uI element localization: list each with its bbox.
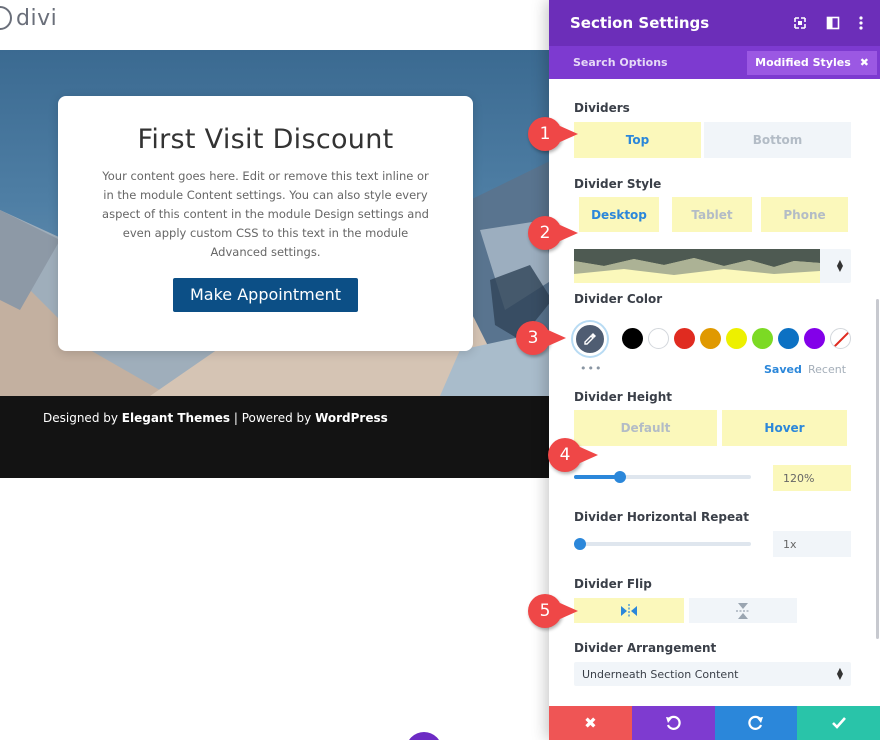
flip-vertical-icon — [736, 602, 750, 619]
modal-header: Section Settings — [549, 0, 880, 46]
modal-action-bar: ✖ — [549, 706, 880, 740]
flip-horizontal-icon — [621, 603, 637, 618]
color-picker-button[interactable] — [573, 322, 607, 356]
divider-color-label: Divider Color — [574, 292, 663, 306]
fullscreen-icon[interactable] — [792, 15, 808, 31]
close-icon[interactable]: ✖ — [860, 56, 869, 69]
footer-middle: | Powered by — [230, 411, 316, 425]
undo-icon — [666, 715, 681, 730]
divider-repeat-label: Divider Horizontal Repeat — [574, 510, 749, 524]
divider-height-input[interactable]: 120% — [773, 465, 851, 491]
modal-subbar: Search Options Modified Styles ✖ — [549, 46, 880, 79]
footer-prefix: Designed by — [43, 411, 122, 425]
swatch-white[interactable] — [648, 328, 669, 349]
divider-style-preview — [574, 249, 820, 283]
swatch-red[interactable] — [674, 328, 695, 349]
device-tab-desktop[interactable]: Desktop — [579, 197, 659, 232]
device-tab-tablet[interactable]: Tablet — [672, 197, 752, 232]
redo-button[interactable] — [714, 706, 798, 740]
swatch-black[interactable] — [622, 328, 643, 349]
site-logo[interactable]: divi — [0, 2, 57, 34]
callout-marker-1: 1 — [528, 117, 578, 151]
divider-arrangement-value: Underneath Section Content — [582, 667, 739, 681]
modal-title: Section Settings — [570, 14, 710, 32]
card-body-text: Your content goes here. Edit or remove t… — [102, 169, 429, 259]
callout-marker-5: 5 — [528, 594, 578, 628]
logo-text: divi — [16, 5, 58, 31]
more-colors-icon[interactable]: ••• — [580, 362, 602, 375]
close-icon: ✖ — [584, 714, 597, 732]
chevron-updown-icon: ▲ ▼ — [836, 258, 843, 273]
swatch-yellow[interactable] — [726, 328, 747, 349]
discard-button[interactable]: ✖ — [549, 706, 632, 740]
modified-styles-label: Modified Styles — [755, 56, 851, 69]
builder-stage: divi First Visit Discount Your content g… — [0, 0, 880, 740]
divider-height-label: Divider Height — [574, 390, 672, 404]
search-options-input[interactable]: Search Options — [573, 56, 747, 69]
modal-scrollbar[interactable] — [876, 299, 879, 639]
flip-vertical-button[interactable] — [689, 598, 797, 623]
builder-dot-button[interactable] — [406, 732, 442, 740]
chevron-updown-icon: ▲ ▼ — [836, 666, 843, 681]
footer-brand-link[interactable]: Elegant Themes — [122, 411, 230, 425]
saved-colors-link[interactable]: Saved — [764, 363, 802, 376]
swatch-blue[interactable] — [778, 328, 799, 349]
state-tab-default[interactable]: Default — [574, 410, 717, 446]
dividers-label: Dividers — [574, 101, 630, 115]
card-title: First Visit Discount — [137, 124, 394, 155]
divider-height-slider-handle[interactable] — [614, 471, 626, 483]
content-card[interactable]: First Visit Discount Your content goes h… — [58, 96, 473, 351]
divider-repeat-input[interactable]: 1x — [773, 531, 851, 557]
split-view-icon[interactable] — [825, 15, 841, 31]
logo-ring-icon — [0, 6, 12, 30]
divider-arrangement-label: Divider Arrangement — [574, 641, 717, 655]
divider-repeat-slider[interactable] — [574, 538, 751, 550]
modified-styles-filter[interactable]: Modified Styles ✖ — [747, 50, 877, 75]
save-button[interactable] — [797, 706, 880, 740]
site-footer: Designed by Elegant Themes | Powered by … — [0, 396, 552, 478]
recent-colors-link[interactable]: Recent — [808, 363, 846, 376]
callout-marker-2: 2 — [528, 216, 578, 250]
divider-height-slider[interactable] — [574, 471, 751, 483]
state-tab-hover[interactable]: Hover — [722, 410, 847, 446]
swatch-orange[interactable] — [700, 328, 721, 349]
more-options-icon[interactable] — [858, 15, 864, 31]
divider-repeat-slider-handle[interactable] — [574, 538, 586, 550]
footer-platform-link[interactable]: WordPress — [315, 411, 388, 425]
check-icon — [831, 717, 846, 729]
modal-body: Dividers Top Bottom Divider Style Deskto… — [549, 79, 880, 706]
flip-horizontal-button[interactable] — [574, 598, 684, 623]
divider-flip-label: Divider Flip — [574, 577, 652, 591]
redo-icon — [748, 715, 763, 730]
divider-style-label: Divider Style — [574, 177, 662, 191]
no-color-icon[interactable] — [830, 328, 851, 349]
callout-marker-3: 3 — [516, 321, 566, 355]
device-tab-phone[interactable]: Phone — [761, 197, 848, 232]
divider-arrangement-select[interactable]: Underneath Section Content ▲ ▼ — [574, 662, 851, 686]
make-appointment-button[interactable]: Make Appointment — [173, 278, 358, 312]
divider-style-select[interactable]: ▲ ▼ — [574, 249, 851, 283]
tab-bottom[interactable]: Bottom — [704, 122, 851, 158]
eyedropper-icon — [584, 333, 596, 345]
callout-marker-4: 4 — [548, 438, 598, 472]
section-settings-modal: Section Settings Search Options Modified… — [549, 0, 880, 740]
footer-credits: Designed by Elegant Themes | Powered by … — [43, 411, 388, 425]
swatch-purple[interactable] — [804, 328, 825, 349]
undo-button[interactable] — [631, 706, 715, 740]
tab-top[interactable]: Top — [574, 122, 701, 158]
swatch-green[interactable] — [752, 328, 773, 349]
